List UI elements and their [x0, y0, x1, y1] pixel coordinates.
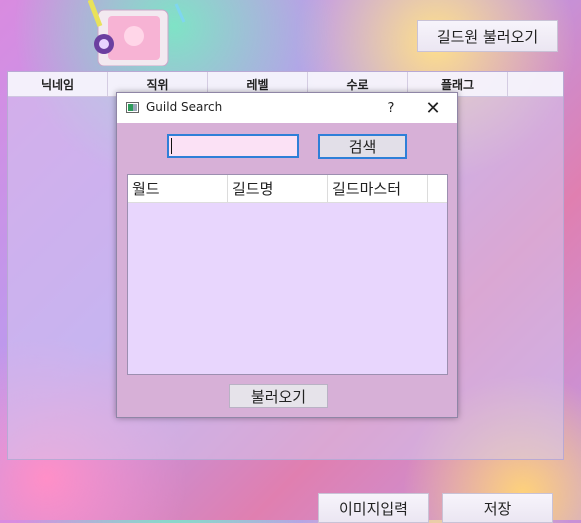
column-header-guild-name[interactable]: 길드명: [228, 175, 328, 202]
column-header-guild-master[interactable]: 길드마스터: [328, 175, 428, 202]
save-button[interactable]: 저장: [442, 493, 553, 523]
search-button[interactable]: 검색: [318, 134, 407, 159]
load-guild-button[interactable]: 불러오기: [229, 384, 328, 408]
monitor-mascot-illustration: [88, 0, 186, 66]
dialog-titlebar[interactable]: Guild Search ? ✕: [117, 93, 457, 123]
text-caret: [171, 138, 172, 154]
image-input-button[interactable]: 이미지입력: [318, 493, 429, 523]
guild-search-input[interactable]: [167, 134, 299, 158]
dialog-title: Guild Search: [146, 100, 223, 114]
close-button[interactable]: ✕: [421, 96, 445, 120]
header-filler: [508, 72, 563, 96]
window-app-icon: [126, 102, 139, 113]
column-header-nickname[interactable]: 닉네임: [8, 72, 108, 96]
load-guild-members-button[interactable]: 길드원 불러오기: [417, 20, 558, 52]
guild-search-dialog: Guild Search ? ✕ 검색 월드 길드명 길드마스터 불러오기: [116, 92, 458, 418]
help-button[interactable]: ?: [379, 96, 403, 120]
guild-result-table[interactable]: 월드 길드명 길드마스터: [127, 174, 448, 375]
column-header-world[interactable]: 월드: [128, 175, 228, 202]
result-table-header: 월드 길드명 길드마스터: [128, 175, 447, 203]
result-header-filler: [428, 175, 447, 202]
